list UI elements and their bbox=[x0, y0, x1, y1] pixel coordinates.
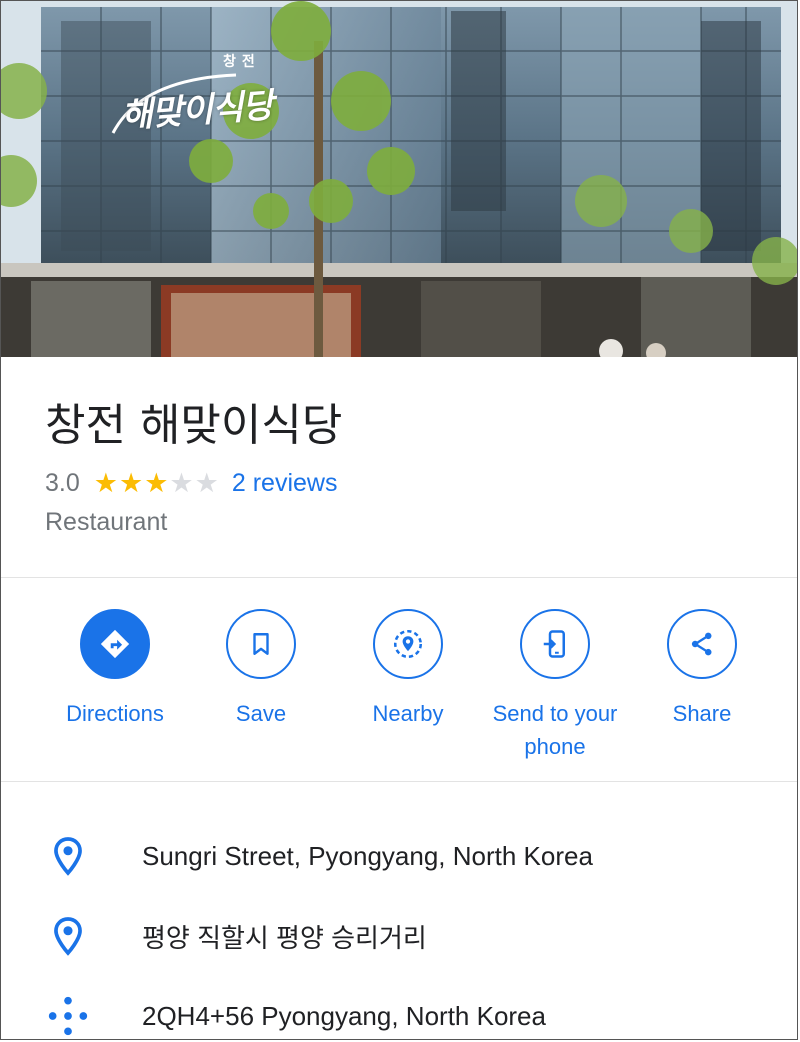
place-photo[interactable]: 창전 해맞이식당 bbox=[1, 1, 797, 357]
plus-code-row[interactable]: 2QH4+56 Pyongyang, North Korea bbox=[1, 986, 797, 1039]
address-korean: 평양 직할시 평양 승리거리 bbox=[142, 922, 427, 953]
nearby-icon bbox=[393, 629, 423, 659]
send-to-phone-button[interactable]: Send to your phone bbox=[481, 609, 629, 763]
rating-value: 3.0 bbox=[45, 468, 80, 497]
share-button[interactable]: Share bbox=[628, 609, 776, 730]
directions-icon bbox=[100, 629, 130, 659]
building-photo-image bbox=[1, 1, 797, 357]
share-icon bbox=[691, 632, 712, 656]
nearby-label: Nearby bbox=[372, 701, 444, 726]
star-empty-icon: ★ bbox=[169, 467, 194, 498]
send-to-phone-label: Send to your phone bbox=[492, 701, 618, 759]
address-english: Sungri Street, Pyongyang, North Korea bbox=[142, 840, 593, 871]
place-panel: 창전 해맞이식당 창전 해맞이식당 3.0 ★ ★ ★ ★ ★ 2 reviews Re… bbox=[0, 0, 798, 1040]
location-pin-icon bbox=[45, 913, 91, 959]
star-rating: ★ ★ ★ ★ ★ bbox=[93, 467, 220, 498]
nearby-button[interactable]: Nearby bbox=[334, 609, 482, 730]
directions-button[interactable]: Directions bbox=[41, 609, 189, 730]
directions-label: Directions bbox=[66, 701, 164, 726]
action-bar: Directions Save Nearby Send to your phon… bbox=[1, 609, 797, 769]
save-button[interactable]: Save bbox=[187, 609, 335, 730]
address-row[interactable]: Sungri Street, Pyongyang, North Korea bbox=[1, 826, 797, 886]
reviews-link[interactable]: 2 reviews bbox=[232, 469, 338, 498]
plus-code-icon bbox=[45, 993, 91, 1039]
divider bbox=[1, 781, 797, 782]
share-label: Share bbox=[672, 701, 732, 726]
bookmark-icon bbox=[253, 633, 269, 655]
place-category[interactable]: Restaurant bbox=[45, 508, 167, 537]
star-empty-icon: ★ bbox=[194, 467, 219, 498]
divider bbox=[1, 577, 797, 578]
save-label: Save bbox=[235, 701, 287, 726]
address-korean-row[interactable]: 평양 직할시 평양 승리거리 bbox=[1, 906, 797, 966]
star-filled-icon: ★ bbox=[144, 467, 169, 498]
send-to-phone-icon bbox=[543, 630, 565, 658]
star-filled-icon: ★ bbox=[93, 467, 118, 498]
place-title: 창전 해맞이식당 bbox=[45, 400, 343, 451]
star-filled-icon: ★ bbox=[118, 467, 144, 498]
plus-code: 2QH4+56 Pyongyang, North Korea bbox=[142, 1000, 546, 1031]
rating-row: 3.0 ★ ★ ★ ★ ★ 2 reviews bbox=[45, 467, 337, 499]
building-sign-small: 창전 bbox=[223, 53, 261, 69]
location-pin-icon bbox=[45, 833, 91, 879]
